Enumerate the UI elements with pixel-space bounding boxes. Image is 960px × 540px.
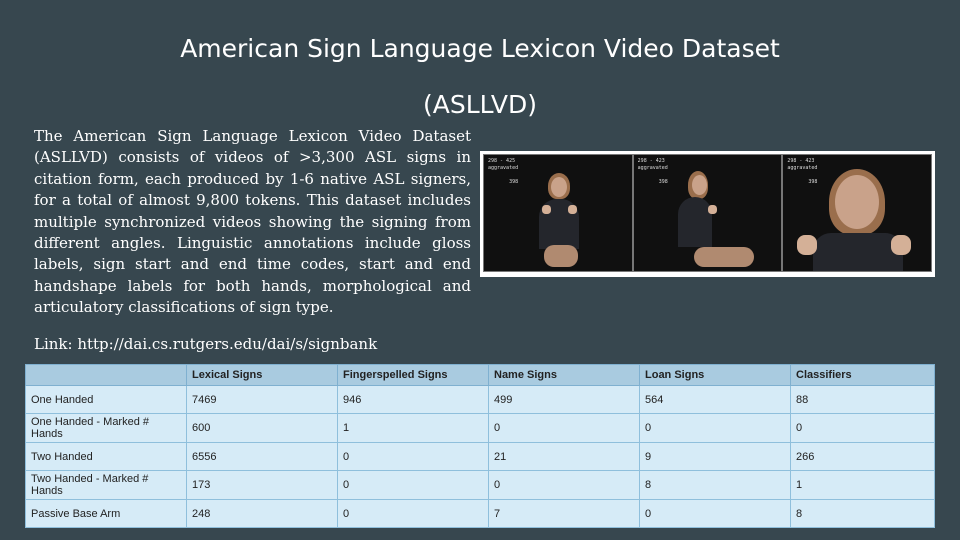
table-cell: 8 bbox=[790, 499, 935, 528]
table-cell: 946 bbox=[337, 385, 489, 414]
table-header-cell bbox=[25, 364, 187, 386]
table-cell: 0 bbox=[488, 470, 640, 500]
table-header-cell: Loan Signs bbox=[639, 364, 791, 386]
table-row: One Handed - Marked # Hands 600 1 0 0 0 bbox=[25, 413, 935, 443]
frame-overlay-text: 298 - 423 aggravated 398 bbox=[637, 158, 668, 185]
table-cell: 1 bbox=[337, 413, 489, 443]
table-cell: 0 bbox=[639, 499, 791, 528]
video-frame-front: 298 - 425 aggravated 398 bbox=[483, 154, 633, 272]
table-cell: 0 bbox=[790, 413, 935, 443]
table-cell: 173 bbox=[186, 470, 338, 500]
table-cell: 9 bbox=[639, 442, 791, 471]
table-cell: 0 bbox=[337, 470, 489, 500]
signer-head bbox=[551, 177, 567, 197]
signer-torso bbox=[813, 233, 904, 271]
table-row: One Handed 7469 946 499 564 88 bbox=[25, 385, 935, 414]
table-cell: 600 bbox=[186, 413, 338, 443]
table-row: Passive Base Arm 248 0 7 0 8 bbox=[25, 499, 935, 528]
video-frame-side: 298 - 423 aggravated 398 bbox=[632, 154, 783, 272]
table-cell: 7469 bbox=[186, 385, 338, 414]
frame-overlay-text: 298 - 425 aggravated 398 bbox=[488, 158, 519, 185]
row-label: One Handed - Marked # Hands bbox=[25, 413, 187, 443]
table-cell: 248 bbox=[186, 499, 338, 528]
table-cell: 6556 bbox=[186, 442, 338, 471]
row-label: Passive Base Arm bbox=[25, 499, 187, 528]
table-cell: 21 bbox=[488, 442, 640, 471]
sign-statistics-table: Lexical Signs Fingerspelled Signs Name S… bbox=[25, 364, 935, 528]
table-header-cell: Fingerspelled Signs bbox=[337, 364, 489, 386]
table-cell: 0 bbox=[639, 413, 791, 443]
table-cell: 1 bbox=[790, 470, 935, 500]
slide-title-line2: (ASLLVD) bbox=[423, 90, 537, 119]
table-row: Two Handed 6556 0 21 9 266 bbox=[25, 442, 935, 471]
video-frame-closeup: 298 - 423 aggravated 398 bbox=[782, 154, 933, 272]
table-header-cell: Lexical Signs bbox=[186, 364, 338, 386]
row-label: Two Handed - Marked # Hands bbox=[25, 470, 187, 500]
video-frames-image: 298 - 425 aggravated 398 298 - 423 aggra… bbox=[480, 151, 935, 277]
signer-head bbox=[691, 175, 707, 195]
slide-title-line1: American Sign Language Lexicon Video Dat… bbox=[180, 34, 780, 63]
table-cell: 8 bbox=[639, 470, 791, 500]
frame-overlay-text: 298 - 423 aggravated 398 bbox=[787, 158, 818, 185]
dataset-link[interactable]: Link: http://dai.cs.rutgers.edu/dai/s/si… bbox=[34, 335, 377, 353]
table-cell: 88 bbox=[790, 385, 935, 414]
table-header-cell: Name Signs bbox=[488, 364, 640, 386]
table-cell: 564 bbox=[639, 385, 791, 414]
table-cell: 499 bbox=[488, 385, 640, 414]
table-row: Two Handed - Marked # Hands 173 0 0 8 1 bbox=[25, 470, 935, 500]
row-label: One Handed bbox=[25, 385, 187, 414]
table-header-cell: Classifiers bbox=[790, 364, 935, 386]
table-cell: 0 bbox=[488, 413, 640, 443]
table-cell: 0 bbox=[337, 442, 489, 471]
table-header-row: Lexical Signs Fingerspelled Signs Name S… bbox=[25, 364, 935, 386]
signer-torso bbox=[677, 197, 712, 247]
table-cell: 266 bbox=[790, 442, 935, 471]
table-cell: 0 bbox=[337, 499, 489, 528]
dataset-description: The American Sign Language Lexicon Video… bbox=[34, 127, 471, 317]
table-cell: 7 bbox=[488, 499, 640, 528]
row-label: Two Handed bbox=[25, 442, 187, 471]
